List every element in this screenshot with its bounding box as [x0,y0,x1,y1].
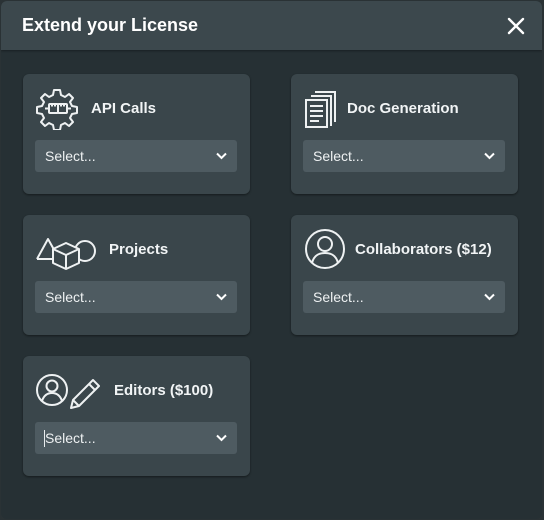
select-value: Select... [45,430,96,446]
chevron-down-icon [484,152,495,160]
card-label: Doc Generation [347,100,459,117]
card-label: Editors ($100) [114,382,214,399]
card-label: Collaborators ($12) [355,241,492,258]
select-value: Select... [313,148,364,164]
projects-select[interactable]: Select... [35,281,237,313]
chevron-down-icon [216,434,227,442]
card-label: API Calls [91,100,157,117]
card-doc-generation: Doc Generation Select... [291,74,518,194]
editors-select[interactable]: Select... [35,422,237,454]
collaborators-select[interactable]: Select... [303,281,505,313]
select-value: Select... [313,289,364,305]
doc-generation-select[interactable]: Select... [303,140,505,172]
card-label: Projects [109,241,169,258]
card-api-calls: API Calls Select... [23,74,250,194]
extend-license-dialog: Extend your License API Calls Select... [1,1,542,519]
user-pencil-icon [35,368,105,412]
card-collaborators: Collaborators ($12) Select... [291,215,518,335]
select-value: Select... [45,289,96,305]
chevron-down-icon [216,293,227,301]
chevron-down-icon [484,293,495,301]
dialog-header: Extend your License [1,1,542,50]
card-editors: Editors ($100) Select... [23,356,250,476]
gear-plug-icon [35,86,79,130]
card-projects: Projects Select... [23,215,250,335]
documents-icon [303,86,347,130]
shapes-icon [35,227,97,271]
select-value: Select... [45,148,96,164]
close-icon[interactable] [504,14,528,38]
user-circle-icon [303,227,347,271]
chevron-down-icon [216,152,227,160]
api-calls-select[interactable]: Select... [35,140,237,172]
dialog-title: Extend your License [22,15,199,35]
